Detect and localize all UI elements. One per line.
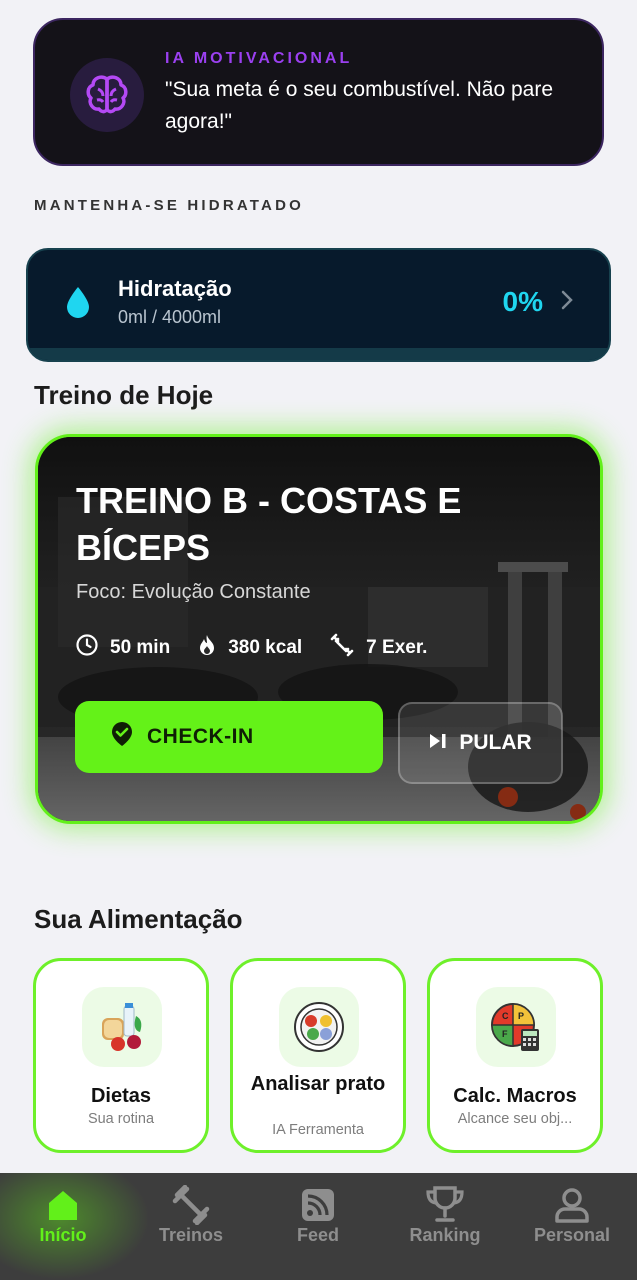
workout-stats: 50 min 380 kcal 7 Exer.	[76, 633, 427, 663]
checkin-button[interactable]: CHECK-IN	[75, 701, 383, 773]
diets-sub: Sua rotina	[87, 1111, 155, 1127]
hydration-progress-track	[28, 348, 609, 360]
skip-button[interactable]: PULAR	[398, 702, 563, 784]
macro-chart-icon: C P F	[476, 987, 556, 1067]
exercises-value: 7 Exer.	[366, 637, 428, 658]
trophy-icon	[385, 1185, 505, 1225]
clock-icon	[76, 634, 98, 662]
hydration-card[interactable]: Hidratação 0ml / 4000ml 0%	[26, 248, 611, 362]
water-drop-icon	[66, 286, 90, 323]
svg-text:F: F	[502, 1029, 508, 1039]
skip-next-icon	[429, 731, 447, 755]
nav-label: Início	[39, 1225, 87, 1245]
nav-item-treinos[interactable]: Treinos	[131, 1185, 251, 1246]
nav-label: Personal	[533, 1225, 611, 1245]
calories-value: 380 kcal	[228, 637, 303, 658]
chevron-right-icon	[561, 290, 573, 316]
nav-item-inicio[interactable]: Início	[3, 1185, 123, 1246]
hydration-percent: 0%	[502, 286, 543, 317]
location-check-icon	[111, 721, 133, 753]
flame-icon	[198, 634, 216, 662]
workout-section-title: Treino de Hoje	[34, 380, 214, 410]
motivational-card: IA MOTIVACIONAL "Sua meta é o seu combus…	[33, 18, 604, 166]
svg-text:P: P	[518, 1011, 524, 1021]
macro-calc-card[interactable]: C P F Calc. Macros Alcance seu obj...	[427, 958, 603, 1153]
calories-stat: 380 kcal	[198, 633, 302, 663]
skip-label: PULAR	[459, 731, 532, 754]
macro-calc-label: Calc. Macros	[453, 1085, 577, 1107]
nav-item-personal[interactable]: Personal	[512, 1185, 632, 1246]
hydration-amount: 0ml / 4000ml	[118, 307, 222, 327]
analyze-plate-label: Analisar prato	[250, 1073, 386, 1095]
groceries-icon	[82, 987, 162, 1067]
workout-focus: Foco: Evolução Constante	[76, 581, 311, 603]
workout-card[interactable]: TREINO B - COSTAS E BÍCEPS Foco: Evoluçã…	[35, 434, 603, 824]
analyze-plate-card[interactable]: Analisar prato IA Ferramenta	[230, 958, 406, 1153]
nav-label: Feed	[296, 1225, 339, 1245]
nav-label: Ranking	[409, 1225, 481, 1245]
bottom-nav: Início Treinos Feed Ranking Personal	[0, 1173, 637, 1280]
analyze-plate-sub: IA Ferramenta	[272, 1122, 364, 1138]
dumbbell-icon	[330, 633, 354, 663]
home-icon	[3, 1185, 123, 1225]
duration-value: 50 min	[110, 637, 171, 658]
rss-icon	[258, 1185, 378, 1225]
diets-label: Dietas	[90, 1085, 152, 1107]
checkin-label: CHECK-IN	[147, 725, 254, 748]
food-section-title: Sua Alimentação	[34, 904, 243, 934]
motivation-tag: IA MOTIVACIONAL	[165, 50, 353, 67]
nav-item-ranking[interactable]: Ranking	[385, 1185, 505, 1246]
nav-label: Treinos	[158, 1225, 224, 1245]
plate-icon	[279, 987, 359, 1067]
brain-icon	[70, 58, 144, 132]
diets-card[interactable]: Dietas Sua rotina	[33, 958, 209, 1153]
hydration-caption: MANTENHA-SE HIDRATADO	[34, 197, 304, 214]
motivation-quote: "Sua meta é o seu combustível. Não pare …	[165, 78, 553, 133]
duration-stat: 50 min	[76, 633, 170, 663]
person-icon	[512, 1185, 632, 1225]
svg-text:C: C	[502, 1011, 509, 1021]
hydration-title: Hidratação	[118, 276, 232, 301]
nav-item-feed[interactable]: Feed	[258, 1185, 378, 1246]
workout-title: TREINO B - COSTAS E BÍCEPS	[76, 480, 462, 568]
exercises-stat: 7 Exer.	[330, 633, 427, 663]
dumbbell-icon	[131, 1185, 251, 1225]
macro-calc-sub: Alcance seu obj...	[457, 1111, 573, 1127]
